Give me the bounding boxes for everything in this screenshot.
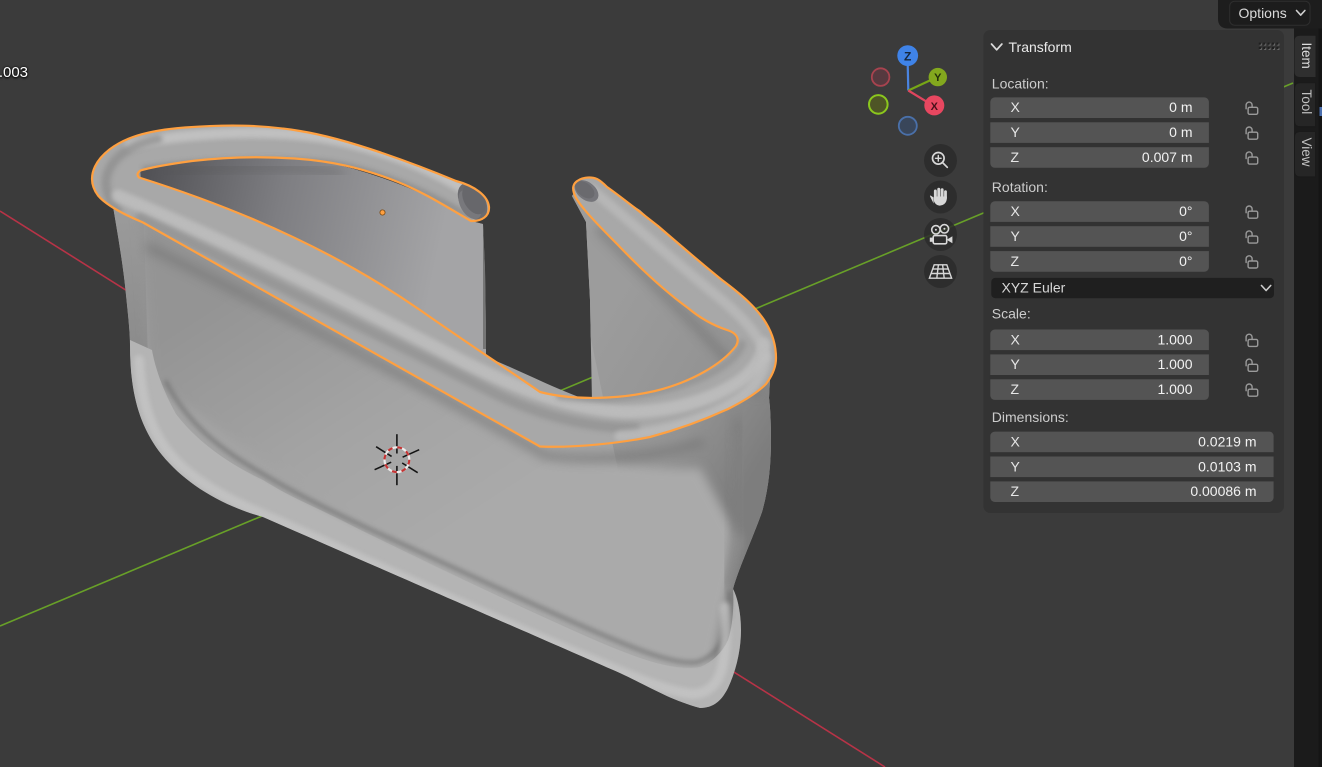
svg-text:X: X [1011, 203, 1021, 219]
svg-text:Y: Y [1011, 124, 1021, 140]
svg-text:Y: Y [1011, 356, 1021, 372]
svg-text:1.000: 1.000 [1157, 356, 1192, 372]
svg-text:View: View [1299, 138, 1314, 167]
svg-text:Transform: Transform [1009, 39, 1072, 55]
svg-text:Scale:: Scale: [992, 305, 1031, 321]
svg-text:0 m: 0 m [1169, 99, 1192, 115]
svg-text:0°: 0° [1179, 203, 1192, 219]
svg-text:Item: Item [1299, 43, 1314, 69]
svg-text:Z: Z [1011, 483, 1020, 499]
svg-text:Dimensions:: Dimensions: [992, 409, 1069, 425]
svg-text:Y: Y [1011, 458, 1021, 474]
svg-text:Z: Z [1011, 149, 1020, 165]
svg-text:X: X [1011, 433, 1021, 449]
svg-text:0 m: 0 m [1169, 124, 1192, 140]
svg-text:Z: Z [1011, 253, 1020, 269]
svg-text:Y: Y [934, 72, 942, 84]
svg-text:1.000: 1.000 [1157, 381, 1192, 397]
svg-text:l.003: l.003 [0, 64, 28, 81]
svg-text:XYZ Euler: XYZ Euler [1002, 279, 1066, 295]
svg-text:X: X [1011, 331, 1021, 347]
svg-text:Tool: Tool [1299, 90, 1314, 115]
svg-text:1.000: 1.000 [1157, 331, 1192, 347]
svg-text:Z: Z [1011, 381, 1020, 397]
svg-text:X: X [931, 101, 939, 113]
svg-text:0.0219 m: 0.0219 m [1198, 433, 1256, 449]
svg-text:0.0103 m: 0.0103 m [1198, 458, 1256, 474]
svg-text:Location:: Location: [992, 76, 1049, 92]
svg-text:X: X [1011, 99, 1021, 115]
svg-text:Rotation:: Rotation: [992, 179, 1048, 195]
svg-text:0°: 0° [1179, 253, 1192, 269]
svg-text:0°: 0° [1179, 228, 1192, 244]
svg-text:0.007 m: 0.007 m [1142, 149, 1193, 165]
svg-text:Y: Y [1011, 228, 1021, 244]
svg-text:0.00086 m: 0.00086 m [1190, 483, 1256, 499]
svg-text:Options: Options [1239, 5, 1287, 21]
svg-text:Z: Z [904, 49, 911, 63]
